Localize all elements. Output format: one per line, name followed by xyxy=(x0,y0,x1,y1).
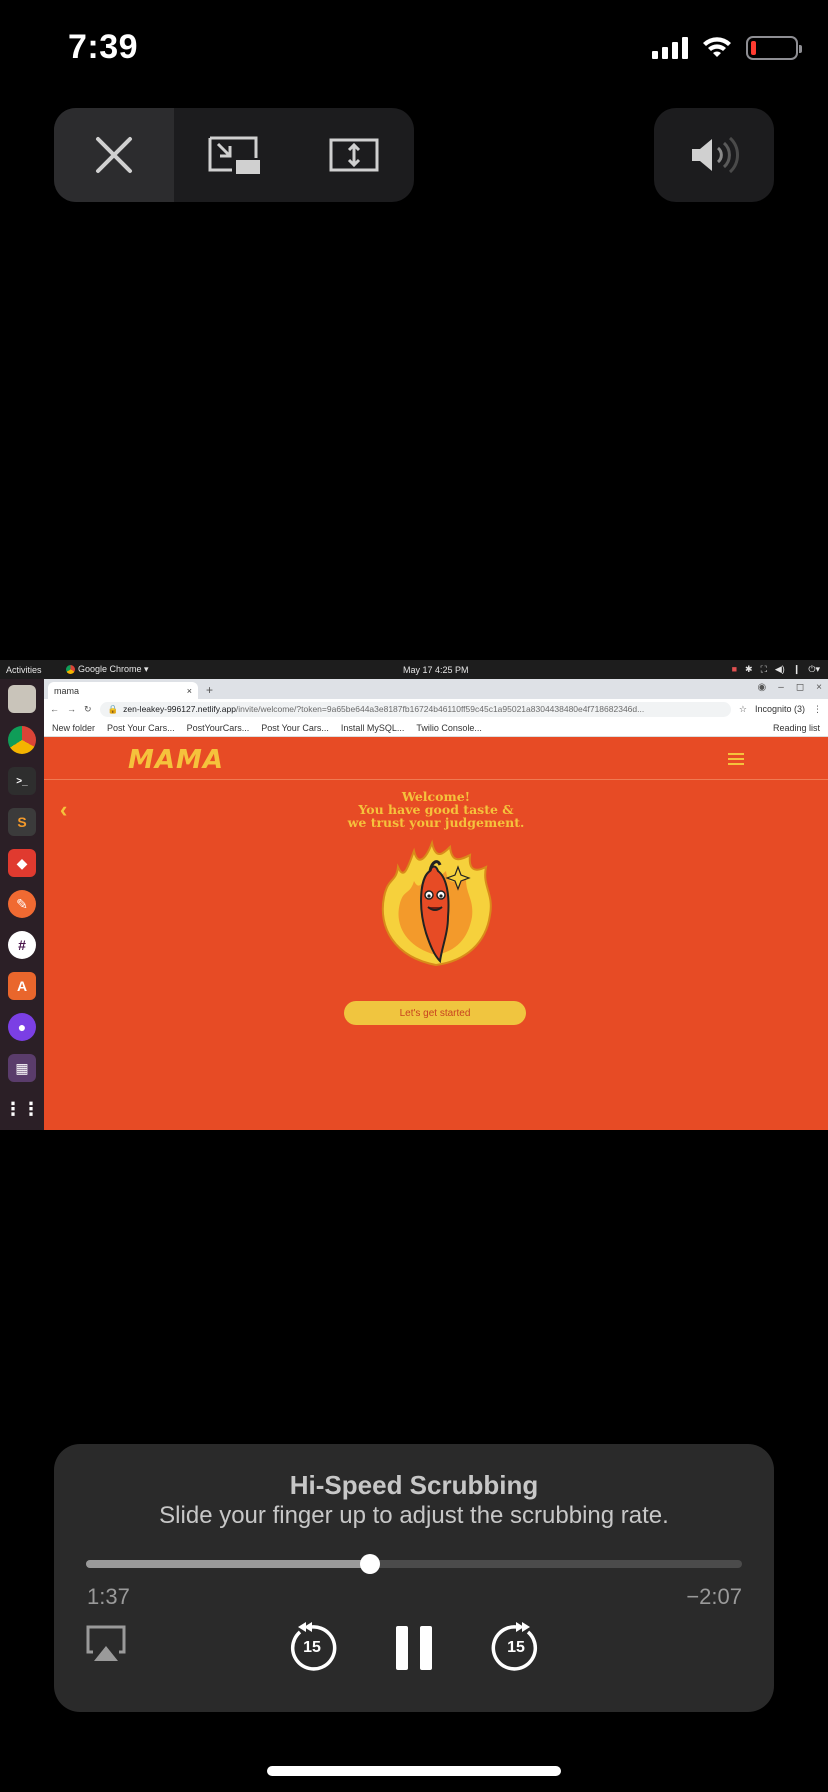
video-top-controls xyxy=(54,108,414,202)
skip-back-button[interactable]: 15 xyxy=(286,1622,338,1674)
battery-icon xyxy=(746,36,802,60)
firefox-icon: ● xyxy=(8,1013,36,1041)
scrubbing-hint: Slide your finger up to adjust the scrub… xyxy=(159,1502,669,1529)
bookmark-item[interactable]: Post Your Cars... xyxy=(261,723,329,733)
bookmarks-bar: New folder Post Your Cars... PostYourCar… xyxy=(44,719,828,737)
welcome-heading: Welcome! You have good taste & we trust … xyxy=(347,789,525,830)
url-field[interactable]: 🔒 zen-leakey-996127.netlify.app/invite/w… xyxy=(99,701,731,717)
tab-search-icon[interactable]: ◉ xyxy=(758,682,767,693)
chrome-dock-icon xyxy=(8,726,36,754)
forward-arrow-icon[interactable]: → xyxy=(67,704,76,714)
software-center-icon: A xyxy=(8,972,36,1000)
bookmark-item[interactable]: New folder xyxy=(52,723,95,733)
terminal-icon: >_ xyxy=(8,767,36,795)
airplay-icon xyxy=(86,1625,126,1661)
activities-label: Activities xyxy=(6,664,42,675)
cellular-signal-icon xyxy=(652,37,688,59)
mama-logo[interactable]: MAMA xyxy=(128,745,224,775)
new-tab-icon[interactable]: + xyxy=(198,683,221,699)
close-icon xyxy=(96,137,132,173)
scrubber-track[interactable] xyxy=(86,1554,742,1574)
tab-mama[interactable]: mama × xyxy=(48,682,198,699)
aspect-fit-icon xyxy=(329,138,379,172)
back-arrow-icon[interactable]: ← xyxy=(50,704,59,714)
active-app-menu: Google Chrome ▾ xyxy=(66,664,149,675)
picture-in-picture-button[interactable] xyxy=(174,108,294,202)
skip-forward-seconds: 15 xyxy=(507,1639,525,1656)
status-time: 7:39 xyxy=(68,28,139,66)
incognito-indicator[interactable]: Incognito (3) xyxy=(755,704,805,714)
slack-icon: # xyxy=(8,931,36,959)
mic-icon: ❙ xyxy=(792,664,801,674)
mama-website: MAMA ‹ Welcome! You have good taste & we… xyxy=(44,737,828,1130)
volume-button[interactable] xyxy=(654,108,774,202)
volume-icon: ◀) xyxy=(774,664,785,674)
network-icon: ⛶ xyxy=(760,664,767,674)
system-tray: ■ ✱ ⛶ ◀) ❙ ⏻▾ xyxy=(732,664,820,675)
ubuntu-dock: >_ S ◆ ✎ # A ● ▦ ⋮⋮ xyxy=(0,679,44,1130)
scrubber-handle[interactable] xyxy=(360,1554,381,1574)
maximize-icon[interactable]: ◻ xyxy=(796,682,804,693)
scrubbing-title: Hi-Speed Scrubbing xyxy=(289,1470,539,1500)
speaker-muted-icon xyxy=(692,136,740,174)
tab-close-icon[interactable]: × xyxy=(187,686,192,696)
bookmark-item[interactable]: PostYourCars... xyxy=(187,723,250,733)
reload-icon[interactable]: ↻ xyxy=(84,704,92,715)
bookmark-item[interactable]: Twilio Console... xyxy=(416,723,482,733)
sublime-icon: S xyxy=(8,808,36,836)
chrome-tab-bar: mama × + ◉ – ◻ × xyxy=(44,679,828,699)
bookmark-item[interactable]: Install MySQL... xyxy=(341,723,405,733)
camera-icon: ■ xyxy=(731,664,738,674)
clock-label: May 17 4:25 PM xyxy=(403,664,469,675)
elapsed-time: 1:37 xyxy=(87,1584,130,1609)
skip-back-seconds: 15 xyxy=(303,1639,321,1656)
video-frame[interactable]: Activities Google Chrome ▾ May 17 4:25 P… xyxy=(0,660,828,1130)
bookmark-item[interactable]: Post Your Cars... xyxy=(107,723,175,733)
show-apps-icon: ⋮⋮ xyxy=(4,1098,40,1119)
anydesk-icon: ◆ xyxy=(8,849,36,877)
close-button[interactable] xyxy=(54,108,174,202)
remaining-time: −2:07 xyxy=(686,1584,742,1609)
bookmark-star-icon[interactable]: ☆ xyxy=(739,704,747,715)
settings-icon: ✱ xyxy=(745,664,753,674)
ubuntu-top-bar: Activities Google Chrome ▾ May 17 4:25 P… xyxy=(0,660,828,679)
aspect-fit-button[interactable] xyxy=(294,108,414,202)
pause-icon xyxy=(396,1626,408,1670)
pause-button[interactable] xyxy=(390,1622,438,1674)
get-started-button[interactable]: Let's get started xyxy=(344,1001,526,1025)
lock-icon: 🔒 xyxy=(107,703,119,714)
screen-recorder-icon: ▦ xyxy=(8,1054,36,1082)
site-header: MAMA xyxy=(44,737,828,780)
chrome-window: mama × + ◉ – ◻ × ← → ↻ 🔒 zen-leakey-9961… xyxy=(44,679,828,1130)
chrome-icon xyxy=(66,665,75,674)
window-controls: ◉ – ◻ × xyxy=(758,682,822,693)
flaming-pepper-mascot xyxy=(381,839,492,967)
files-icon xyxy=(8,685,36,713)
wifi-icon xyxy=(703,37,731,57)
minimize-icon[interactable]: – xyxy=(778,682,784,693)
skip-forward-button[interactable]: 15 xyxy=(490,1622,542,1674)
chrome-menu-icon[interactable]: ⋮ xyxy=(813,704,822,715)
status-icons xyxy=(652,36,802,60)
picture-in-picture-icon xyxy=(208,136,260,174)
window-close-icon[interactable]: × xyxy=(816,682,822,693)
power-icon: ⏻▾ xyxy=(808,664,820,674)
hamburger-menu-icon[interactable] xyxy=(728,753,744,768)
postman-icon: ✎ xyxy=(8,890,36,918)
scrubber-progress xyxy=(86,1560,371,1568)
playback-controls-panel: Hi-Speed Scrubbing Slide your finger up … xyxy=(54,1444,774,1712)
airplay-button[interactable] xyxy=(84,1622,128,1666)
chrome-address-bar: ← → ↻ 🔒 zen-leakey-996127.netlify.app/in… xyxy=(44,699,828,719)
home-indicator[interactable] xyxy=(267,1766,561,1776)
reading-list-button[interactable]: Reading list xyxy=(773,723,820,733)
